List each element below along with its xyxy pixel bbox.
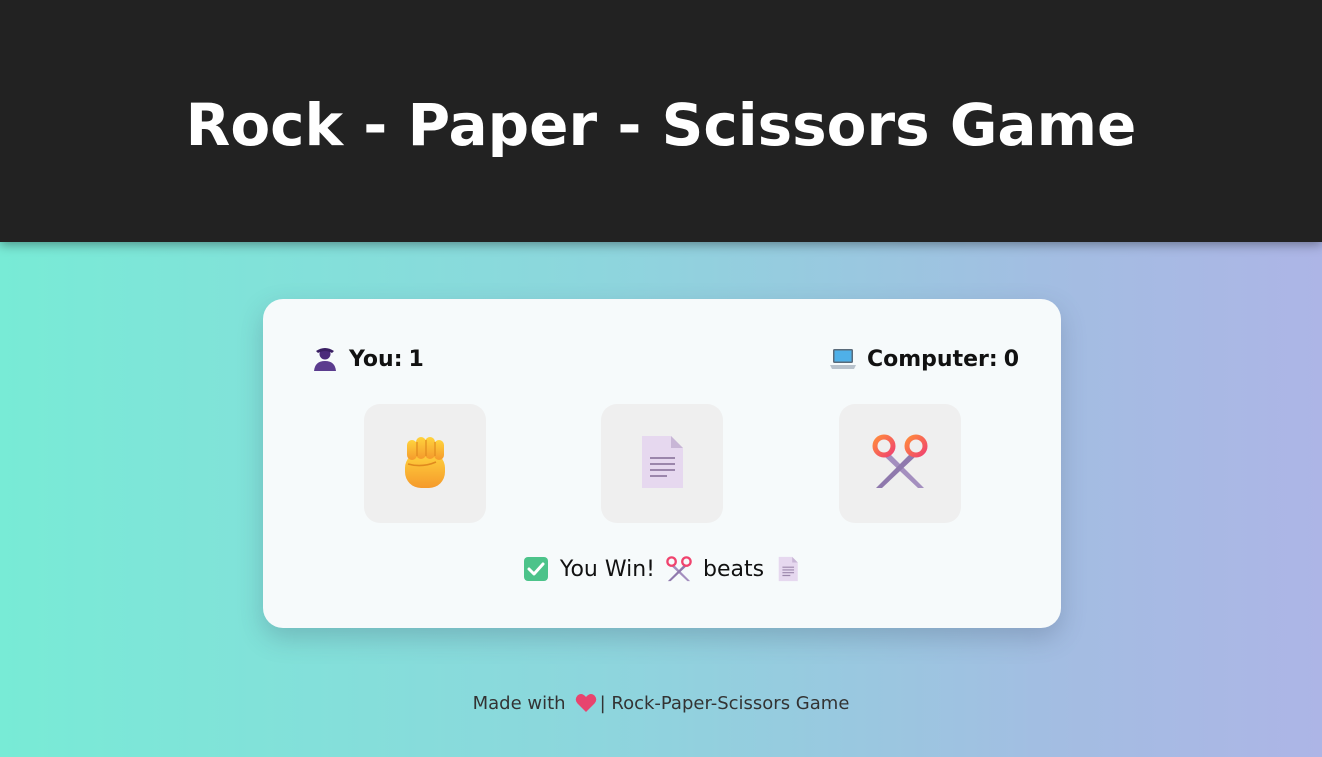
page-title: Rock - Paper - Scissors Game bbox=[185, 91, 1137, 159]
winner-scissors-icon bbox=[665, 555, 693, 583]
user-score: You: 1 bbox=[311, 345, 424, 373]
page-footer: Made with | Rock-Paper-Scissors Game bbox=[0, 692, 1322, 714]
user-icon bbox=[311, 345, 339, 373]
user-score-value: 1 bbox=[408, 346, 424, 372]
app-header: Rock - Paper - Scissors Game bbox=[0, 0, 1322, 242]
computer-score-label: Computer: bbox=[867, 346, 998, 372]
computer-score: Computer: 0 bbox=[829, 345, 1019, 373]
game-card: You: 1 Computer: 0 You Win! beats bbox=[263, 299, 1061, 628]
loser-document-icon bbox=[774, 555, 802, 583]
game-area: You: 1 Computer: 0 You Win! beats Made w… bbox=[0, 242, 1322, 757]
computer-score-value: 0 bbox=[1003, 346, 1019, 372]
scissors-icon bbox=[870, 434, 930, 494]
footer-suffix: | Rock-Paper-Scissors Game bbox=[599, 692, 850, 714]
raised-fist-icon bbox=[400, 434, 450, 494]
rock-button[interactable] bbox=[364, 404, 486, 523]
scissors-button[interactable] bbox=[839, 404, 961, 523]
result-message: You Win! beats bbox=[263, 555, 1061, 583]
document-icon bbox=[639, 434, 685, 494]
result-verb: beats bbox=[702, 556, 765, 582]
result-text: You Win! bbox=[559, 556, 655, 582]
laptop-icon bbox=[829, 345, 857, 373]
page: Rock - Paper - Scissors Game You: 1 Comp… bbox=[0, 0, 1322, 757]
footer-prefix: Made with bbox=[472, 692, 566, 714]
choice-buttons bbox=[263, 404, 1061, 524]
heart-icon bbox=[574, 692, 598, 714]
check-mark-icon bbox=[522, 555, 550, 583]
paper-button[interactable] bbox=[601, 404, 723, 523]
user-score-label: You: bbox=[349, 346, 403, 372]
